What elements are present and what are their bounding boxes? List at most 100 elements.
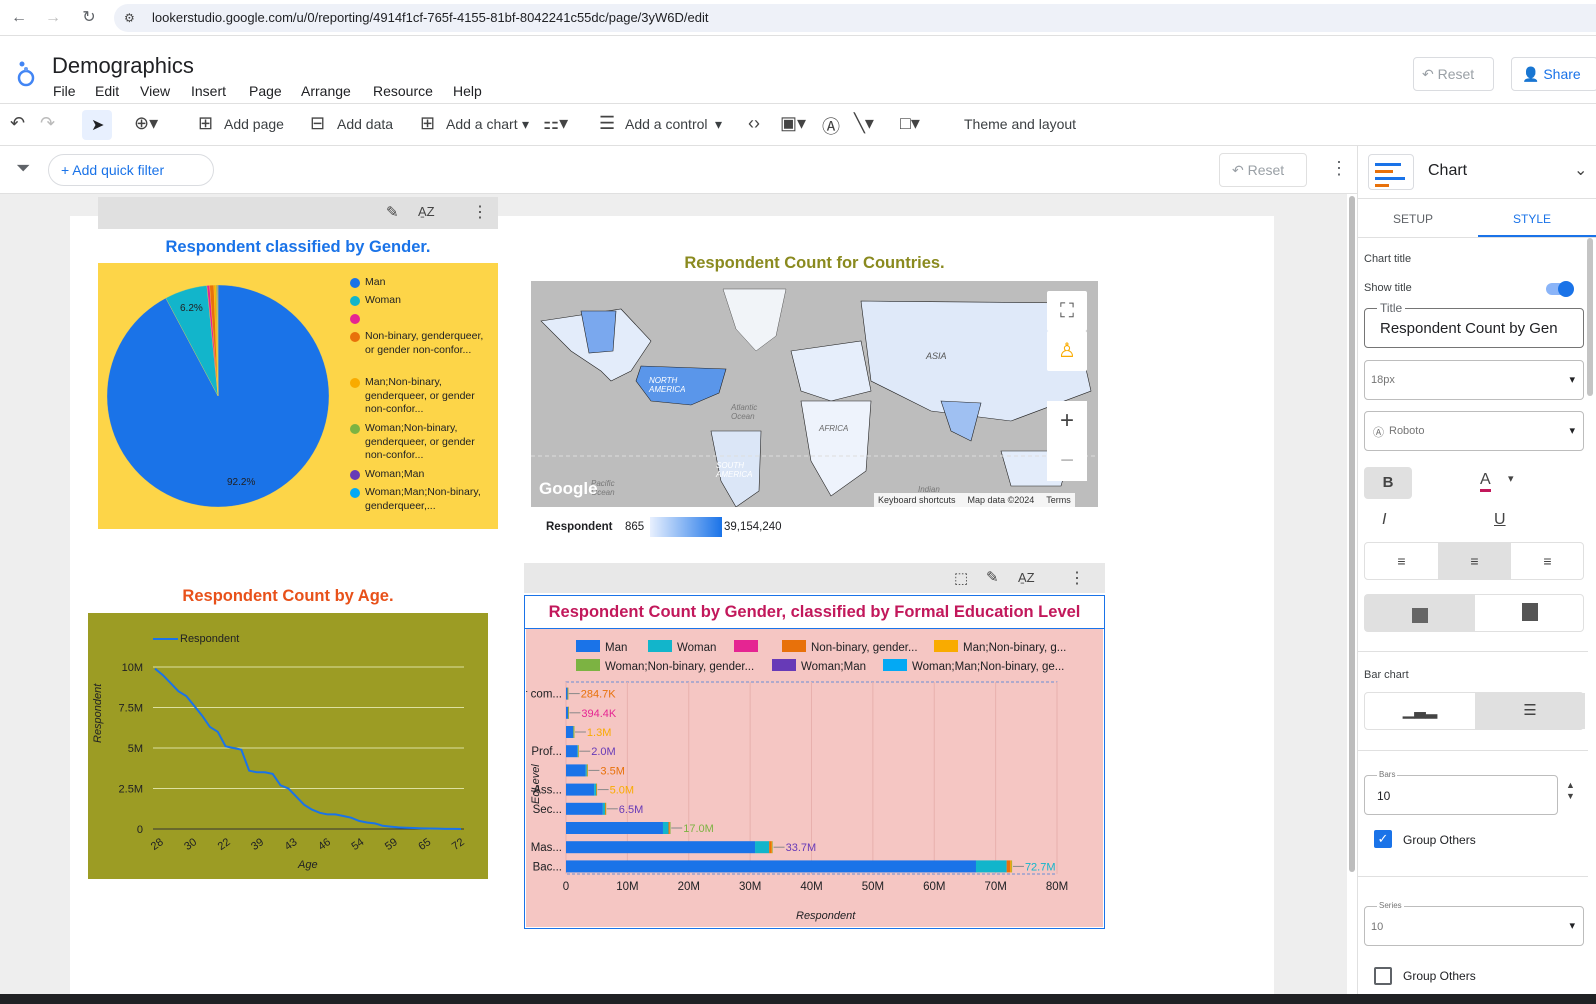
bar-chart-title-box[interactable]: Respondent Count by Gender, classified b… (524, 595, 1105, 629)
stepper-arrows-icon[interactable]: ▲ ▼ (1566, 780, 1575, 802)
chevron-down-icon[interactable]: ▾ (715, 116, 722, 133)
bar-segment[interactable] (578, 745, 579, 758)
add-page-button[interactable]: Add page (224, 116, 284, 132)
title-position-top-option[interactable] (1365, 595, 1475, 631)
align-left-icon[interactable]: ≡ (1365, 543, 1438, 579)
bar-segment[interactable] (1011, 860, 1013, 873)
redo-icon[interactable]: ↷ (40, 113, 55, 134)
pegman-icon[interactable]: ♙ (1047, 331, 1087, 371)
italic-button[interactable]: I (1382, 511, 1386, 529)
bar-segment[interactable] (566, 764, 586, 777)
geo-map[interactable]: ASIA NORTH AMERICA SOUTH AMERICA AFRICA … (531, 281, 1098, 507)
bar-legend-item[interactable]: Woman;Man (772, 659, 866, 673)
bar-segment[interactable] (605, 802, 607, 815)
bar-segment[interactable] (668, 822, 670, 834)
bar-segment[interactable] (566, 822, 663, 834)
panel-scrollbar[interactable] (1587, 238, 1593, 396)
bar-segment[interactable] (587, 764, 588, 777)
line-chart-title[interactable]: Respondent Count by Age. (88, 587, 488, 606)
bar-segment[interactable] (975, 860, 1007, 873)
bar-segment[interactable] (1006, 860, 1011, 873)
title-input[interactable]: Title Respondent Count by Gen (1364, 301, 1584, 348)
bars-count-input[interactable]: Bars 10 (1364, 770, 1558, 815)
add-data-button[interactable]: Add data (337, 116, 393, 132)
bar-segment[interactable] (566, 841, 756, 854)
keyboard-shortcuts-link[interactable]: Keyboard shortcuts (878, 495, 956, 505)
vertical-bars-icon[interactable]: ▁▃▂ (1365, 693, 1475, 729)
menu-help[interactable]: Help (453, 83, 482, 99)
filter-reset-button[interactable]: ↶ Reset (1219, 153, 1307, 187)
bar-segment[interactable] (604, 802, 606, 815)
zoom-out-icon[interactable]: − (1047, 441, 1087, 481)
bar-legend-item[interactable]: Man;Non-binary, g... (934, 640, 1066, 654)
looker-studio-logo-icon[interactable] (14, 58, 38, 88)
bar-segment[interactable] (566, 687, 568, 700)
horizontal-bars-icon[interactable]: ☰ (1475, 693, 1585, 729)
forward-icon[interactable]: → (44, 9, 62, 27)
bar-legend-item[interactable]: Woman (648, 640, 716, 654)
menu-edit[interactable]: Edit (95, 83, 119, 99)
bar-segment[interactable] (769, 841, 772, 854)
bar-legend-item[interactable]: Woman;Man;Non-binary, ge... (883, 659, 1064, 673)
align-center-icon[interactable]: ≡ (1438, 543, 1511, 579)
menu-arrange[interactable]: Arrange (301, 83, 351, 99)
sort-az-icon[interactable]: A̱Z (1018, 570, 1035, 585)
text-color-button[interactable]: A (1480, 471, 1491, 492)
bar-segment[interactable] (567, 687, 569, 700)
align-right-icon[interactable]: ≡ (1511, 543, 1584, 579)
bar-segment[interactable] (602, 802, 605, 815)
chevron-down-icon[interactable]: ⌄ (1574, 160, 1587, 180)
font-size-select[interactable]: 18px ▾ (1364, 360, 1584, 400)
map-chart-title[interactable]: Respondent Count for Countries. (531, 254, 1098, 273)
pie-chart-title[interactable]: Respondent classified by Gender. (98, 238, 498, 257)
canvas-scrollbar[interactable] (1349, 196, 1355, 872)
share-button[interactable]: 👤 Share (1511, 57, 1596, 91)
bar-legend-item[interactable] (734, 640, 763, 654)
bar-segment[interactable] (566, 726, 574, 738)
title-position-bottom-option[interactable] (1475, 595, 1585, 631)
bar-segment[interactable] (771, 841, 773, 854)
terms-link[interactable]: Terms (1046, 495, 1071, 505)
group-others-checkbox-2[interactable] (1374, 967, 1392, 985)
shape-icon[interactable]: □▾ (900, 113, 920, 134)
show-title-toggle[interactable] (1546, 281, 1574, 297)
menu-resource[interactable]: Resource (373, 83, 433, 99)
reload-icon[interactable]: ↻ (80, 9, 98, 27)
bar-segment[interactable] (566, 706, 569, 719)
site-settings-icon[interactable]: ⚙ (124, 11, 135, 25)
menu-view[interactable]: View (140, 83, 170, 99)
pie-chart[interactable]: Man Woman Non-binary, genderqueer, or gend… (98, 263, 498, 529)
edit-pencil-icon[interactable]: ✎ (986, 568, 999, 586)
bar-segment[interactable] (755, 841, 770, 854)
bar-legend-item[interactable]: Woman;Non-binary, gender... (576, 659, 754, 673)
bar-segment[interactable] (577, 745, 578, 758)
bar-segment[interactable] (573, 726, 574, 738)
select-area-icon[interactable]: ⬚ (954, 569, 968, 587)
bar-segment[interactable] (566, 745, 578, 758)
text-box-icon[interactable]: Ⓐ (822, 113, 840, 139)
font-family-select[interactable]: Ⓐ Roboto ▾ (1364, 411, 1584, 451)
theme-layout-button[interactable]: Theme and layout (964, 116, 1076, 132)
more-vert-icon[interactable]: ⋮ (1069, 568, 1085, 588)
bar-segment[interactable] (566, 860, 976, 873)
undo-icon[interactable]: ↶ (10, 113, 25, 134)
reset-button[interactable]: ↶ Reset (1413, 57, 1494, 91)
bar-segment[interactable] (594, 783, 597, 796)
fullscreen-icon[interactable]: ⛶ (1047, 291, 1087, 331)
chevron-down-icon[interactable]: ▾ (522, 116, 529, 133)
bar-chart[interactable]: 0 10M 20M 30M 40M 50M 60M 70M 80M I never com... 2… (492, 629, 1103, 927)
menu-file[interactable]: File (53, 83, 76, 99)
bar-segment[interactable] (585, 764, 587, 777)
add-control-button[interactable]: Add a control (625, 116, 708, 132)
more-vert-icon[interactable]: ⋮ (472, 202, 488, 222)
line-chart[interactable]: 0 2.5M 5M 7.5M 10M 28 30 22 39 43 46 54 59 65 72 Respo… (88, 613, 488, 879)
menu-page[interactable]: Page (249, 83, 282, 99)
embed-code-icon[interactable]: ‹› (748, 113, 760, 134)
bar-legend-item[interactable]: Non-binary, gender... (782, 640, 918, 654)
more-vert-icon[interactable]: ⋮ (1330, 158, 1348, 179)
line-icon[interactable]: ╲▾ (854, 113, 874, 134)
add-quick-filter-button[interactable]: + Add quick filter (48, 154, 214, 186)
bar-chart-type-icon[interactable] (1368, 154, 1414, 190)
edit-pencil-icon[interactable]: ✎ (386, 203, 399, 221)
sort-az-icon[interactable]: A̱Z (418, 204, 435, 219)
